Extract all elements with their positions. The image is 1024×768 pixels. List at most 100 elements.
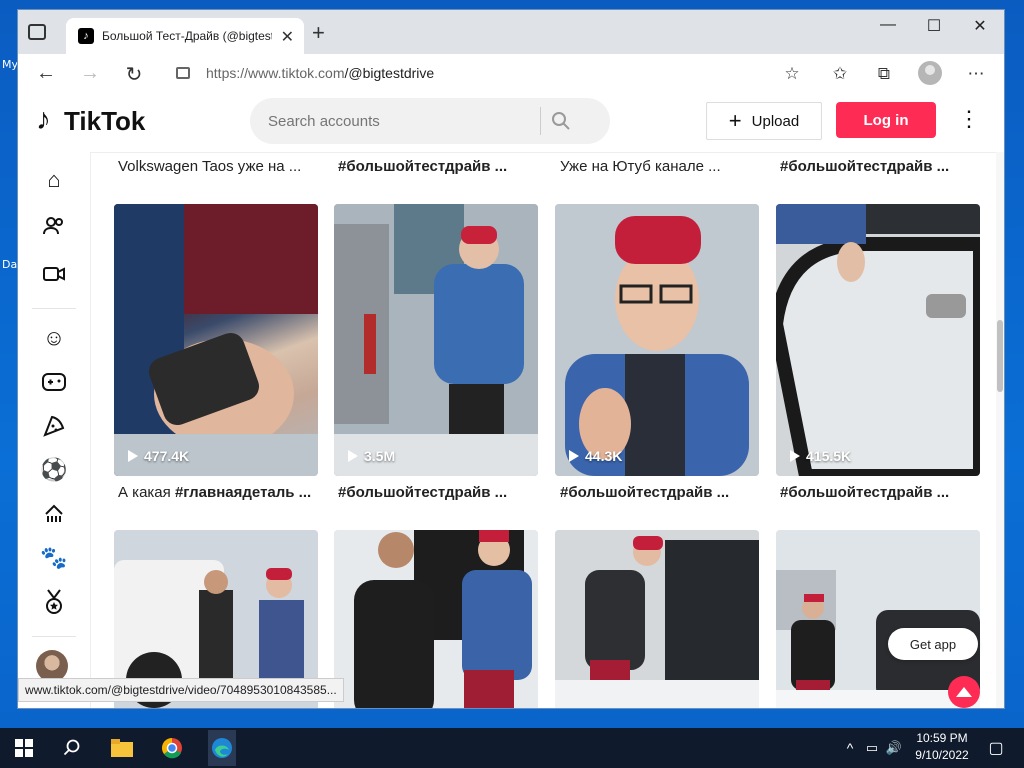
view-count: 44.3K [569, 448, 622, 464]
video-card[interactable] [555, 530, 759, 708]
browser-tab[interactable]: ♪ Большой Тест-Драйв (@bigtest ✕ [66, 18, 304, 54]
profile-avatar[interactable] [918, 61, 942, 85]
comedy-icon[interactable]: ☺ [40, 324, 68, 352]
link-status-url: www.tiktok.com/@bigtestdrive/video/70489… [18, 678, 344, 702]
favorites-icon[interactable]: ✩ [828, 64, 852, 84]
close-tab-icon[interactable]: ✕ [281, 27, 294, 47]
view-count: 477.4K [128, 448, 189, 464]
beauty-icon[interactable] [40, 500, 68, 528]
minimize-icon[interactable]: — [868, 16, 908, 34]
refresh-icon[interactable]: ↻ [122, 62, 146, 87]
upload-button[interactable]: + Upload [706, 102, 822, 140]
maximize-icon[interactable]: ☐ [914, 16, 954, 36]
video-card[interactable] [334, 530, 538, 708]
more-menu-icon[interactable]: ⋮ [958, 106, 980, 132]
url-path: /@bigtestdrive [344, 65, 435, 81]
get-app-button[interactable]: Get app [888, 628, 978, 660]
sidebar-divider [32, 308, 76, 309]
address-toolbar: ← → ↻ https://www.tiktok.com/@bigtestdri… [18, 54, 1004, 93]
video-caption[interactable]: А какая #главнаядеталь ... [118, 484, 311, 501]
network-icon[interactable]: ▭ [860, 736, 884, 760]
upload-label: Upload [751, 112, 800, 130]
settings-more-icon[interactable]: ⋯ [964, 64, 988, 84]
tiktok-header: TikTok + Upload Log in ⋮ [18, 92, 1004, 153]
video-thumbnail [776, 530, 980, 708]
close-window-icon[interactable]: ✕ [960, 16, 1000, 36]
food-icon[interactable] [40, 412, 68, 440]
lock-icon [176, 67, 190, 79]
desktop-label: My [2, 58, 19, 71]
file-explorer-icon[interactable] [110, 736, 134, 760]
search-box [250, 98, 610, 144]
following-icon[interactable] [40, 212, 68, 240]
video-card[interactable]: 415.5K [776, 204, 980, 476]
sidebar: ⌂ ☺ ⚽ 🐾 [18, 152, 91, 708]
video-thumbnail [334, 204, 538, 476]
video-caption[interactable]: #большойтестдрайв ... [338, 158, 507, 175]
video-grid: Volkswagen Taos уже на ... #большойтестд… [90, 152, 1004, 708]
clock-time: 10:59 PM [916, 731, 968, 745]
play-icon [569, 450, 579, 462]
volume-icon[interactable]: 🔊 [882, 736, 906, 760]
live-icon[interactable] [40, 260, 68, 288]
tiktok-page: TikTok + Upload Log in ⋮ ⌂ [18, 92, 1004, 708]
video-caption[interactable]: Уже на Ютуб канале ... [560, 158, 721, 175]
address-bar[interactable]: https://www.tiktok.com/@bigtestdrive [164, 59, 844, 87]
tiktok-logo[interactable]: TikTok [34, 103, 146, 137]
search-input[interactable] [266, 111, 540, 131]
video-caption[interactable]: #большойтестдрайв ... [338, 484, 507, 501]
video-thumbnail [555, 204, 759, 476]
desktop-label: Da [2, 258, 18, 271]
view-count: 3.5M [348, 448, 395, 464]
browser-window: ♪ Большой Тест-Драйв (@bigtest ✕ + — ☐ ✕… [18, 10, 1004, 708]
sidebar-divider [32, 636, 76, 637]
chrome-icon[interactable] [160, 736, 184, 760]
video-thumbnail [776, 204, 980, 476]
notifications-icon[interactable]: ▢ [984, 736, 1008, 760]
plus-icon: + [728, 108, 742, 133]
back-icon[interactable]: ← [34, 62, 58, 85]
play-icon [348, 450, 358, 462]
search-icon[interactable] [541, 101, 581, 141]
scrollbar-thumb[interactable] [997, 320, 1003, 392]
video-caption[interactable]: #большойтестдрайв ... [780, 158, 949, 175]
home-icon[interactable]: ⌂ [40, 166, 68, 194]
video-caption[interactable]: #большойтестдрайв ... [560, 484, 729, 501]
tab-actions-icon[interactable] [28, 24, 46, 40]
tab-title: Большой Тест-Драйв (@bigtest [102, 29, 272, 43]
video-card[interactable]: 44.3K [555, 204, 759, 476]
video-card[interactable]: 3.5M [334, 204, 538, 476]
login-button[interactable]: Log in [836, 102, 936, 138]
video-thumbnail [114, 204, 318, 476]
clock-date: 9/10/2022 [915, 748, 969, 762]
achievement-icon[interactable] [40, 588, 68, 616]
browser-titlebar: ♪ Большой Тест-Драйв (@bigtest ✕ + — ☐ ✕ [18, 10, 1004, 54]
edge-icon[interactable] [208, 730, 236, 766]
play-icon [790, 450, 800, 462]
add-favorite-icon[interactable]: ☆ [780, 64, 804, 84]
windows-taskbar: ^ ▭ 🔊 10:59 PM 9/10/2022 ▢ [0, 728, 1024, 768]
forward-icon[interactable]: → [78, 62, 102, 85]
animals-icon[interactable]: 🐾 [40, 544, 68, 572]
video-thumbnail [555, 530, 759, 708]
page-scrollbar[interactable] [996, 152, 1004, 708]
url-host: https://www.tiktok.com [206, 65, 345, 81]
tiktok-note-icon [34, 103, 58, 137]
video-card[interactable]: 477.4K [114, 204, 318, 476]
play-icon [128, 450, 138, 462]
windows-start-icon[interactable] [12, 736, 36, 760]
video-caption[interactable]: Volkswagen Taos уже на ... [118, 158, 301, 175]
video-caption[interactable]: #большойтестдрайв ... [780, 484, 949, 501]
tray-chevron-icon[interactable]: ^ [838, 736, 862, 760]
video-card[interactable] [776, 530, 980, 708]
taskbar-clock[interactable]: 10:59 PM 9/10/2022 [904, 730, 980, 764]
sports-icon[interactable]: ⚽ [40, 456, 68, 484]
search-icon[interactable] [60, 736, 84, 760]
gaming-icon[interactable] [40, 368, 68, 396]
collections-icon[interactable]: ⧉ [872, 64, 896, 84]
tiktok-wordmark: TikTok [64, 106, 146, 136]
view-count: 415.5K [790, 448, 851, 464]
tiktok-favicon-icon: ♪ [78, 28, 94, 44]
new-tab-icon[interactable]: + [312, 20, 325, 46]
back-to-top-icon[interactable] [948, 676, 980, 708]
